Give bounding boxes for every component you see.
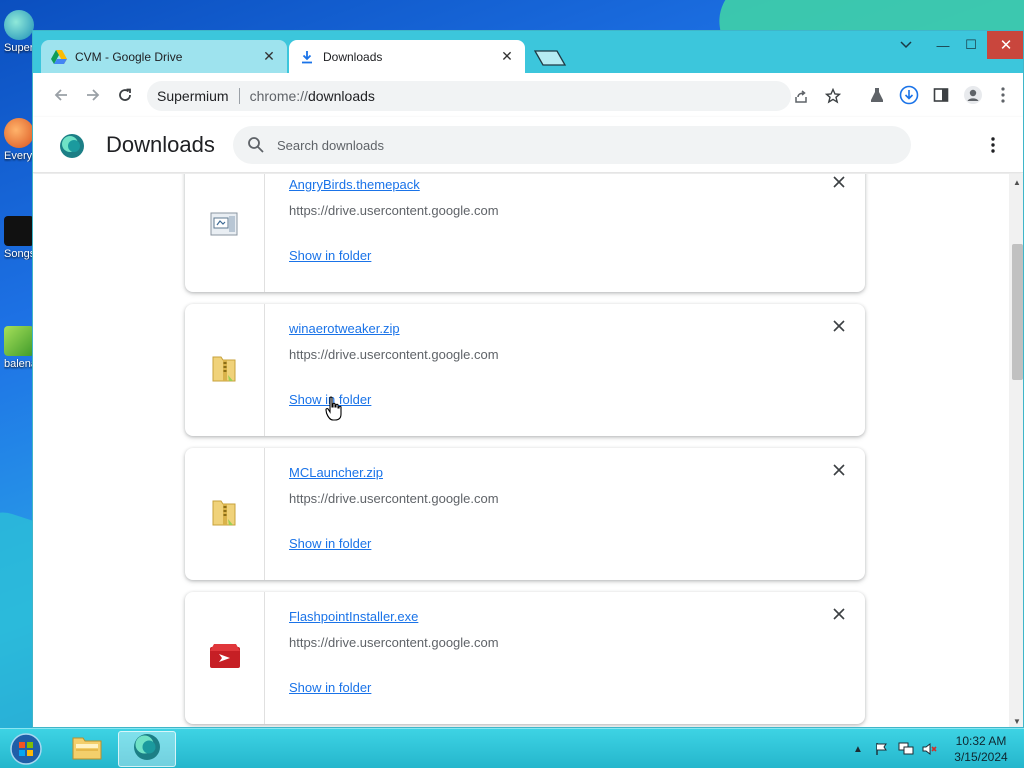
file-name-link[interactable]: AngryBirds.themepack: [289, 177, 420, 192]
start-button[interactable]: [6, 731, 46, 767]
tab-title: CVM - Google Drive: [75, 49, 183, 64]
close-tab-icon[interactable]: ✕: [499, 48, 515, 65]
address-bar[interactable]: Supermium chrome://downloads: [147, 81, 841, 111]
file-source-url: https://drive.usercontent.google.com: [289, 635, 499, 650]
show-in-folder-link[interactable]: Show in folder: [289, 248, 371, 263]
file-icon-column: [185, 304, 265, 436]
browser-toolbar: Supermium chrome://downloads: [33, 73, 1023, 117]
forward-arrow-icon[interactable]: [81, 83, 105, 107]
extensions-icon[interactable]: [865, 83, 889, 107]
remove-item-icon[interactable]: [829, 316, 849, 336]
show-in-folder-link[interactable]: Show in folder: [289, 680, 371, 695]
remove-item-icon[interactable]: [829, 460, 849, 480]
google-drive-icon: [51, 49, 67, 65]
songs-icon: [4, 216, 34, 246]
download-item: AngryBirds.themepack https://drive.userc…: [185, 174, 865, 292]
file-name-link[interactable]: MCLauncher.zip: [289, 465, 383, 480]
downloads-toolbar-icon[interactable]: [897, 83, 921, 107]
file-name-link[interactable]: FlashpointInstaller.exe: [289, 609, 418, 624]
tab-downloads[interactable]: Downloads ✕: [289, 40, 525, 73]
reload-icon[interactable]: [113, 83, 137, 107]
search-icon: [247, 136, 265, 154]
taskbar-supermium[interactable]: [118, 731, 176, 767]
profile-avatar-icon[interactable]: [961, 83, 985, 107]
network-icon[interactable]: [898, 741, 914, 757]
volume-muted-icon[interactable]: [922, 741, 938, 757]
file-source-url: https://drive.usercontent.google.com: [289, 203, 499, 218]
search-bar[interactable]: [233, 126, 911, 164]
tab-google-drive[interactable]: CVM - Google Drive ✕: [41, 40, 287, 73]
hand-cursor-icon: [325, 396, 343, 422]
balena-icon: [4, 326, 34, 356]
clock-time: 10:32 AM: [955, 734, 1007, 748]
file-icon-column: [185, 448, 265, 580]
page-title: Downloads: [106, 132, 215, 157]
new-tab-button[interactable]: [533, 49, 567, 67]
more-actions-icon[interactable]: [983, 133, 1003, 157]
url-host: downloads: [307, 88, 375, 104]
clock-date: 3/15/2024: [954, 750, 1008, 764]
search-input[interactable]: [277, 126, 897, 164]
bookmark-star-icon[interactable]: [823, 86, 843, 106]
everything-icon: [4, 118, 34, 148]
download-item: MCLauncher.zip https://drive.usercontent…: [185, 448, 865, 580]
back-arrow-icon[interactable]: [49, 83, 73, 107]
file-icon-column: [185, 592, 265, 724]
scrollbar-thumb[interactable]: [1012, 244, 1023, 380]
show-in-folder-link[interactable]: Show in folder: [289, 536, 371, 551]
remove-item-icon[interactable]: [829, 604, 849, 624]
tab-title: Downloads: [323, 49, 383, 64]
download-icon: [299, 49, 315, 65]
download-item: winaerotweaker.zip https://drive.usercon…: [185, 304, 865, 436]
browser-window: CVM - Google Drive ✕ Downloads ✕ — ☐ ✕ S…: [32, 30, 1024, 728]
file-icon-column: [185, 174, 265, 292]
scroll-up-arrow-icon[interactable]: ▲: [1009, 174, 1023, 190]
site-chip: Supermium: [157, 88, 229, 104]
share-icon[interactable]: [791, 86, 811, 106]
scroll-down-arrow-icon[interactable]: ▼: [1009, 713, 1023, 727]
browser-menu-icon[interactable]: [991, 83, 1015, 107]
taskbar: ▲ 10:32 AM 3/15/2024: [0, 728, 1024, 768]
vertical-scrollbar[interactable]: ▲ ▼: [1009, 174, 1023, 727]
show-hidden-icons-icon[interactable]: ▲: [850, 741, 866, 757]
folder-icon: [71, 733, 103, 766]
file-source-url: https://drive.usercontent.google.com: [289, 491, 499, 506]
title-bar: CVM - Google Drive ✕ Downloads ✕ — ☐ ✕: [33, 31, 1023, 73]
supermium-logo-icon: [59, 133, 85, 159]
zip-folder-icon: [211, 353, 239, 388]
system-clock[interactable]: 10:32 AM 3/15/2024: [946, 733, 1016, 765]
file-name-link[interactable]: winaerotweaker.zip: [289, 321, 400, 336]
maximize-button[interactable]: ☐: [959, 31, 983, 59]
action-center-flag-icon[interactable]: [874, 741, 890, 757]
file-source-url: https://drive.usercontent.google.com: [289, 347, 499, 362]
zip-folder-icon: [211, 497, 239, 532]
url-text: chrome://downloads: [250, 88, 375, 104]
supermium-taskbar-icon: [132, 732, 162, 767]
downloads-header: Downloads: [33, 117, 1023, 173]
close-window-button[interactable]: ✕: [987, 31, 1023, 59]
remove-item-icon[interactable]: [829, 174, 849, 192]
url-prefix: chrome://: [249, 88, 308, 104]
taskbar-file-explorer[interactable]: [58, 731, 116, 767]
side-panel-icon[interactable]: [929, 83, 953, 107]
omnibox-divider: [238, 88, 240, 104]
download-item: FlashpointInstaller.exe https://drive.us…: [185, 592, 865, 724]
supermium-icon: [4, 10, 34, 40]
themepack-icon: [210, 210, 240, 243]
minimize-button[interactable]: —: [931, 31, 955, 59]
downloads-list: AngryBirds.themepack https://drive.userc…: [33, 174, 1009, 727]
exe-icon: [209, 643, 241, 674]
close-tab-icon[interactable]: ✕: [261, 48, 277, 65]
tab-search-icon[interactable]: [891, 31, 921, 59]
